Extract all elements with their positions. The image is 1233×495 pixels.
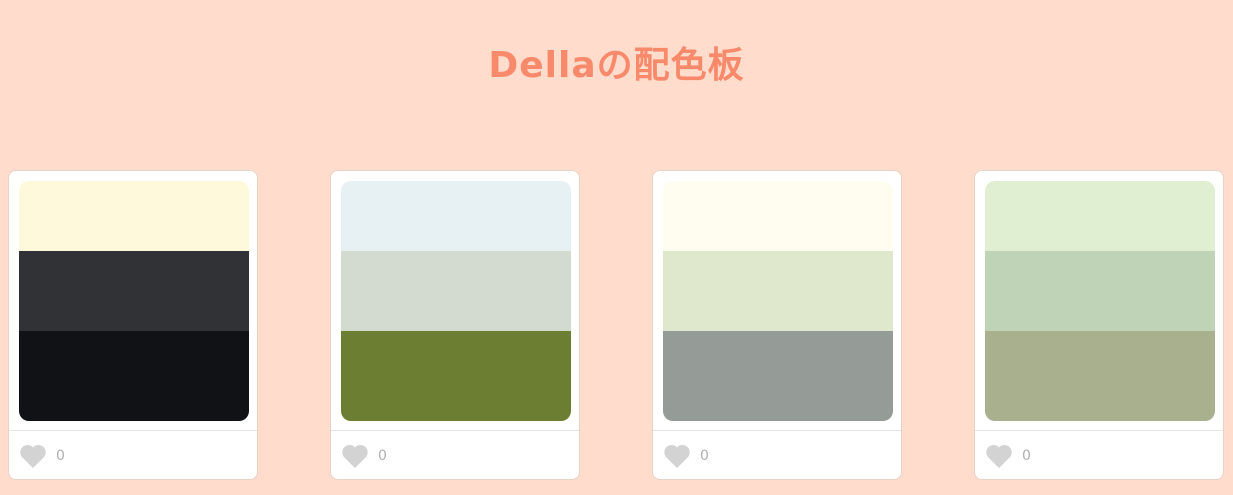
color-swatch[interactable]: [341, 251, 571, 331]
palette-card: 0: [652, 170, 902, 480]
heart-icon[interactable]: [341, 443, 369, 469]
color-swatch[interactable]: [985, 331, 1215, 421]
like-count: 0: [700, 448, 709, 464]
palette-swatches[interactable]: [985, 181, 1215, 421]
card-footer: 0: [9, 430, 257, 479]
heart-icon[interactable]: [663, 443, 691, 469]
card-footer: 0: [653, 430, 901, 479]
color-swatch[interactable]: [19, 181, 249, 251]
like-count: 0: [1022, 448, 1031, 464]
palette-card: 0: [974, 170, 1224, 480]
heart-icon[interactable]: [19, 443, 47, 469]
palette-card: 0: [8, 170, 258, 480]
color-swatch[interactable]: [341, 181, 571, 251]
color-swatch[interactable]: [985, 251, 1215, 331]
card-footer: 0: [975, 430, 1223, 479]
color-swatch[interactable]: [663, 181, 893, 251]
color-swatch[interactable]: [663, 331, 893, 421]
color-swatch[interactable]: [19, 331, 249, 421]
like-count: 0: [378, 448, 387, 464]
color-swatch[interactable]: [19, 251, 249, 331]
palette-swatches[interactable]: [19, 181, 249, 421]
color-swatch[interactable]: [341, 331, 571, 421]
palette-swatches[interactable]: [341, 181, 571, 421]
color-swatch[interactable]: [985, 181, 1215, 251]
card-footer: 0: [331, 430, 579, 479]
palette-card: 0: [330, 170, 580, 480]
palette-swatches[interactable]: [663, 181, 893, 421]
like-count: 0: [56, 448, 65, 464]
page-title: Dellaの配色板: [488, 45, 745, 86]
heart-icon[interactable]: [985, 443, 1013, 469]
color-swatch[interactable]: [663, 251, 893, 331]
